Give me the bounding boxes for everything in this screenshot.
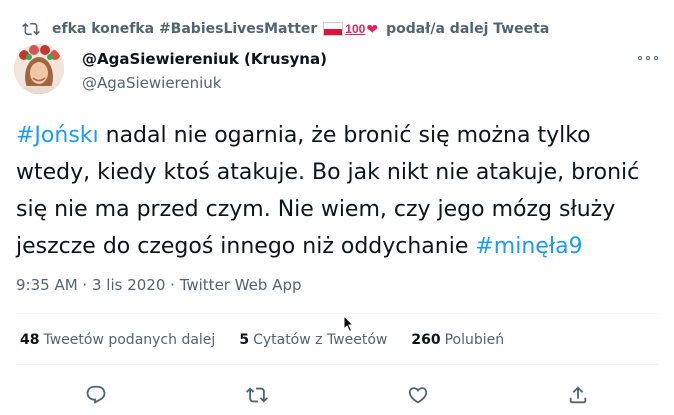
quotes-count: 5 [239, 332, 250, 348]
divider [16, 364, 658, 365]
retweet-suffix: podał/a dalej Tweeta [386, 21, 550, 37]
quotes-label: Cytatów z Tweetów [253, 332, 388, 348]
like-icon[interactable] [405, 382, 431, 408]
retweets-count: 48 [20, 332, 40, 348]
action-bar [0, 382, 674, 408]
tweet-text-line-1: nadal nie ogarnia, że bronić się można t… [98, 123, 591, 148]
tweet-date[interactable]: 3 lis 2020 [92, 276, 165, 294]
tweet-stats: 48 Tweetów podanych dalej 5 Cytatów z Twee… [20, 332, 528, 348]
author-block[interactable]: @AgaSiewiereniuk (Krusyna) @AgaSiewieren… [82, 50, 327, 92]
likes-count: 260 [411, 332, 441, 348]
hashtag-link[interactable]: #minęła9 [475, 234, 582, 259]
red-heart-icon: ❤ [366, 20, 379, 37]
tweet-text: #Jońskı nadal nie ogarnia, że bronić się… [16, 117, 656, 265]
avatar[interactable] [14, 44, 64, 94]
retweet-context: efka konefka #BabiesLivesMatter 100 ❤ po… [22, 18, 549, 40]
hashtag-link[interactable]: #Jońskı [16, 123, 99, 148]
mouse-cursor-icon [343, 315, 355, 333]
retweets-label: Tweetów podanych dalej [43, 332, 216, 348]
reply-icon[interactable] [83, 382, 109, 408]
divider [16, 313, 658, 314]
author-display-name[interactable]: @AgaSiewiereniuk (Krusyna) [82, 50, 327, 68]
quotes-stat[interactable]: 5 Cytatów z Tweetów [239, 332, 387, 348]
more-options-icon[interactable] [638, 52, 658, 64]
likes-stat[interactable]: 260 Polubień [411, 332, 504, 348]
hundred-points-icon: 100 [345, 22, 366, 36]
meta-separator: · [165, 276, 180, 294]
tweet-time[interactable]: 9:35 AM [16, 276, 78, 294]
retweeter-name[interactable]: efka konefka #BabiesLivesMatter [52, 21, 317, 37]
tweet-source[interactable]: Twitter Web App [180, 276, 302, 294]
retweets-stat[interactable]: 48 Tweetów podanych dalej [20, 332, 215, 348]
tweet-text-line-4: jeszcze do czegoś innego niż oddychanie [16, 234, 476, 259]
tweet-text-line-3: się nie ma przed czym. Nie wiem, czy jeg… [16, 197, 616, 222]
poland-flag-icon [323, 22, 344, 36]
meta-separator: · [77, 276, 92, 294]
author-handle[interactable]: @AgaSiewiereniuk [82, 74, 327, 92]
tweet-text-line-2: wtedy, kiedy ktoś atakuje. Bo jak nikt n… [16, 160, 640, 185]
likes-label: Polubień [444, 332, 505, 348]
share-icon[interactable] [565, 382, 591, 408]
retweet-icon [22, 22, 40, 36]
tweet-meta: 9:35 AM · 3 lis 2020 · Twitter Web App [16, 276, 302, 294]
retweet-icon[interactable] [244, 382, 270, 408]
